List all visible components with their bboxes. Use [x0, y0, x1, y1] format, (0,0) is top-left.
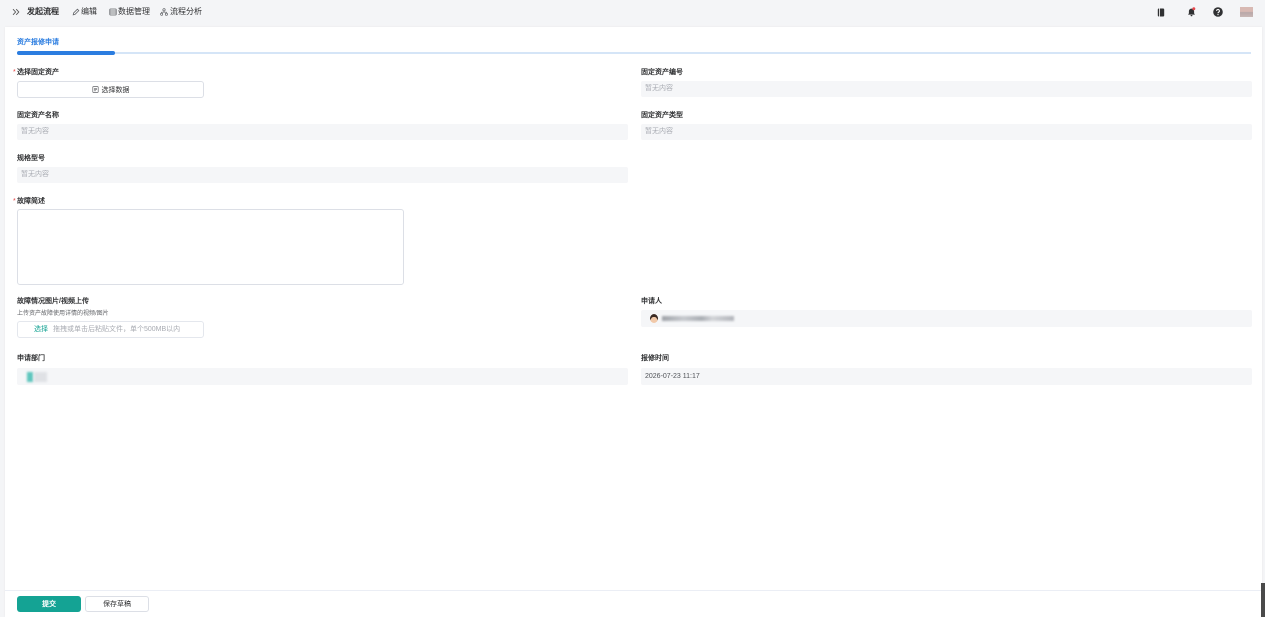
data-management-label: 数据管理 — [118, 7, 150, 16]
required-mark: * — [13, 198, 16, 205]
fault-description-textarea[interactable] — [17, 209, 404, 285]
top-bar: 发起流程 编辑 数据管理 流程分析 — [0, 0, 1265, 26]
edit-icon — [72, 8, 80, 16]
spec-model-field: 暂无内容 — [17, 167, 628, 183]
upload-dropzone[interactable]: 选择 拖拽或单击后粘贴文件，单个500MB以内 — [17, 321, 204, 338]
save-draft-button[interactable]: 保存草稿 — [85, 596, 149, 612]
table-icon — [109, 8, 117, 16]
upload-drop-text: 拖拽或单击后粘贴文件，单个500MB以内 — [53, 326, 181, 333]
double-chevron-right-icon[interactable] — [12, 8, 20, 16]
asset-name-field: 暂无内容 — [17, 124, 628, 140]
fault-description-label: 故障简述 — [17, 198, 45, 205]
asset-type-label: 固定资产类型 — [641, 112, 683, 119]
tab-track — [17, 52, 1251, 54]
select-asset-label: 选择固定资产 — [17, 69, 59, 76]
select-data-button[interactable]: 选择数据 — [17, 81, 204, 98]
upload-select-button[interactable]: 选择 — [34, 322, 48, 337]
asset-name-label: 固定资产名称 — [17, 112, 59, 119]
page-title: 发起流程 — [27, 7, 59, 16]
tab-active-indicator — [17, 51, 115, 55]
select-data-label: 选择数据 — [101, 86, 130, 94]
bell-icon[interactable] — [1187, 7, 1196, 17]
flow-analysis-label: 流程分析 — [170, 7, 202, 16]
applicant-label: 申请人 — [641, 298, 662, 305]
upload-label: 故障情况图片/视频上传 — [17, 298, 89, 305]
user-avatar[interactable] — [1240, 7, 1253, 17]
footer-divider — [5, 590, 1262, 591]
save-draft-label: 保存草稿 — [103, 601, 131, 608]
scrollbar-thumb[interactable] — [1261, 583, 1265, 617]
report-time-label: 报修时间 — [641, 355, 669, 362]
submit-label: 提交 — [42, 601, 56, 608]
department-label: 申请部门 — [17, 355, 45, 362]
flow-analysis-icon — [160, 8, 168, 16]
document-icon — [91, 86, 99, 93]
spec-model-label: 规格型号 — [17, 155, 45, 162]
department-field — [17, 368, 628, 385]
upload-hint: 上传资产故障使用详情的视频/图片 — [17, 311, 109, 317]
help-icon[interactable] — [1213, 7, 1223, 17]
department-name-redacted — [34, 372, 47, 382]
applicant-avatar — [650, 314, 658, 323]
required-mark: * — [13, 69, 16, 76]
submit-button[interactable]: 提交 — [17, 596, 81, 612]
asset-code-label: 固定资产编号 — [641, 69, 683, 76]
edit-label: 编辑 — [81, 7, 97, 16]
applicant-name-redacted — [662, 316, 734, 321]
book-icon[interactable] — [1157, 8, 1165, 17]
applicant-field — [641, 310, 1252, 327]
department-icon — [27, 372, 33, 382]
asset-type-field: 暂无内容 — [641, 124, 1252, 140]
asset-code-field: 暂无内容 — [641, 81, 1252, 97]
tab-asset-repair-request[interactable]: 资产报修申请 — [17, 38, 59, 48]
notification-dot — [1192, 7, 1196, 11]
report-time-field: 2026-07-23 11:17 — [641, 368, 1252, 385]
